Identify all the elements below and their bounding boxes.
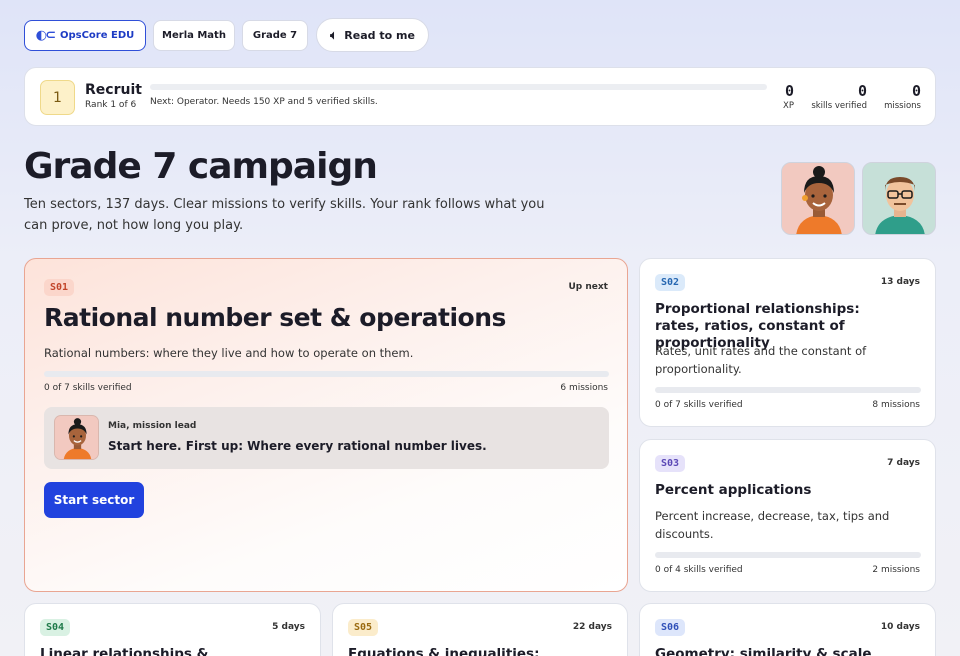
sector-tag: S01 — [44, 279, 75, 296]
sector-tag: S05 — [348, 619, 379, 636]
sector-days: 13 days — [880, 277, 920, 287]
page-title: Grade 7 campaign — [24, 146, 378, 187]
mission-lead-text: Start here. First up: Where every ration… — [108, 439, 487, 453]
sector-days: 10 days — [880, 622, 920, 632]
rank-panel: 1 Recruit Rank 1 of 6 Next: Operator. Ne… — [24, 67, 936, 126]
page-lede: Ten sectors, 137 days. Clear missions to… — [24, 197, 545, 233]
sector-tag: S06 — [655, 619, 686, 636]
sector-description: Rates, unit rates and the constant of pr… — [655, 344, 867, 376]
start-sector-button[interactable]: Start sector — [44, 482, 144, 518]
rank-title: Recruit — [85, 82, 142, 98]
sector-progress-text: 0 of 4 skills verified — [655, 565, 743, 575]
sector-missions-count: 8 missions — [872, 400, 920, 410]
brand-logo-icon: ◐⊂ — [35, 28, 56, 43]
brand-button[interactable]: ◐⊂ OpsCore EDU — [24, 20, 146, 51]
sector-card[interactable]: S03 7 days Percent applications Percent … — [639, 439, 936, 592]
stat-missions-value: 0 — [911, 82, 921, 100]
mission-lead-name: Mia, mission lead — [108, 421, 197, 431]
sector-title: Percent applications — [655, 482, 812, 498]
sector-card-featured[interactable]: S01 Up next Rational number set & operat… — [24, 258, 628, 592]
read-to-me-button[interactable]: 🔈︎ Read to me — [316, 18, 429, 52]
sector-progress-bar — [655, 552, 921, 558]
stat-xp: 0 XP — [783, 82, 794, 111]
sector-days: 5 days — [272, 622, 305, 632]
rank-progress-bar — [150, 84, 767, 90]
sector-tag: S04 — [40, 619, 71, 636]
sector-progress-bar — [655, 387, 921, 393]
stat-missions: 0 missions — [884, 82, 921, 111]
stat-xp-value: 0 — [784, 82, 794, 100]
sector-status: Up next — [568, 282, 608, 292]
sector-card[interactable]: S02 13 days Proportional relationships: … — [639, 258, 936, 427]
stat-skills-value: 0 — [857, 82, 867, 100]
sector-title: Geometry: similarity & scale drawings — [655, 646, 872, 656]
avatar-guide[interactable] — [862, 162, 936, 235]
sector-tag: S03 — [655, 455, 686, 472]
sector-card[interactable]: S04 5 days Linear relationships & repres… — [24, 603, 321, 656]
sector-card[interactable]: S05 22 days Equations & inequalities: — [332, 603, 628, 656]
rank-badge: 1 — [40, 80, 75, 115]
speaker-icon: 🔈︎ — [330, 27, 338, 42]
sector-progress-text: 0 of 7 skills verified — [44, 383, 132, 393]
sector-tag: S02 — [655, 274, 686, 291]
subject-chip[interactable]: Merla Math — [153, 20, 235, 51]
sector-card[interactable]: S06 10 days Geometry: similarity & scale… — [639, 603, 936, 656]
rank-next-text: Next: Operator. Needs 150 XP and 5 verif… — [150, 97, 378, 107]
stat-missions-label: missions — [884, 101, 921, 111]
sector-title: Linear relationships & representations — [40, 646, 209, 656]
sector-description: Rational numbers: where they live and ho… — [44, 346, 414, 360]
mission-lead-message: Mia, mission lead Start here. First up: … — [44, 407, 609, 469]
grade-chip[interactable]: Grade 7 — [242, 20, 308, 51]
read-to-me-label: Read to me — [344, 28, 415, 42]
sector-progress-bar — [44, 371, 609, 377]
stat-skills-label: skills verified — [811, 101, 867, 111]
rank-subtitle: Rank 1 of 6 — [85, 100, 137, 110]
sector-days: 7 days — [887, 458, 920, 468]
sector-missions-count: 6 missions — [560, 383, 608, 393]
sector-title: Equations & inequalities: — [348, 646, 540, 656]
sector-missions-count: 2 missions — [872, 565, 920, 575]
mission-lead-avatar — [54, 415, 99, 460]
sector-description: Percent increase, decrease, tax, tips an… — [655, 509, 890, 541]
stat-skills: 0 skills verified — [811, 82, 867, 111]
sector-progress-text: 0 of 7 skills verified — [655, 400, 743, 410]
stat-xp-label: XP — [783, 101, 794, 111]
sector-days: 22 days — [572, 622, 612, 632]
brand-label: OpsCore EDU — [59, 30, 135, 41]
sector-title: Rational number set & operations — [44, 303, 506, 332]
avatar-mia[interactable] — [781, 162, 855, 235]
